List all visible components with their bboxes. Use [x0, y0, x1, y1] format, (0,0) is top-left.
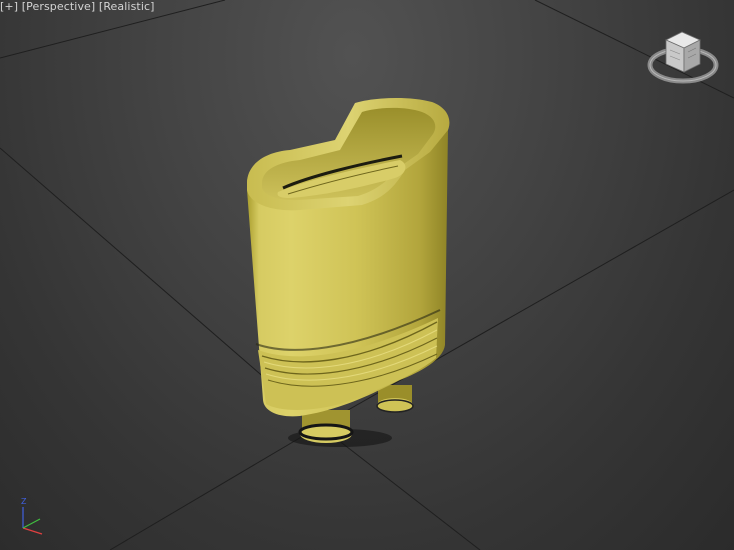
- axis-tripod-icon: Z: [21, 497, 43, 535]
- viewcube-box[interactable]: [665, 31, 701, 73]
- viewcube-icon[interactable]: [646, 28, 720, 88]
- connector-plug-model[interactable]: [247, 97, 450, 447]
- axis-y-line: [22, 518, 41, 529]
- viewport-shading-menu[interactable]: [Realistic]: [99, 0, 155, 13]
- viewport-view-menu[interactable]: [Perspective]: [22, 0, 96, 13]
- axis-x-line: [22, 527, 43, 535]
- viewport-perspective[interactable]: [+] [Perspective] [Realistic] Z: [0, 0, 734, 550]
- axis-z-label: Z: [21, 497, 27, 506]
- viewport-plus-menu[interactable]: [+]: [0, 0, 18, 13]
- scene-canvas[interactable]: [0, 0, 734, 550]
- viewport-label[interactable]: [+] [Perspective] [Realistic]: [0, 0, 155, 14]
